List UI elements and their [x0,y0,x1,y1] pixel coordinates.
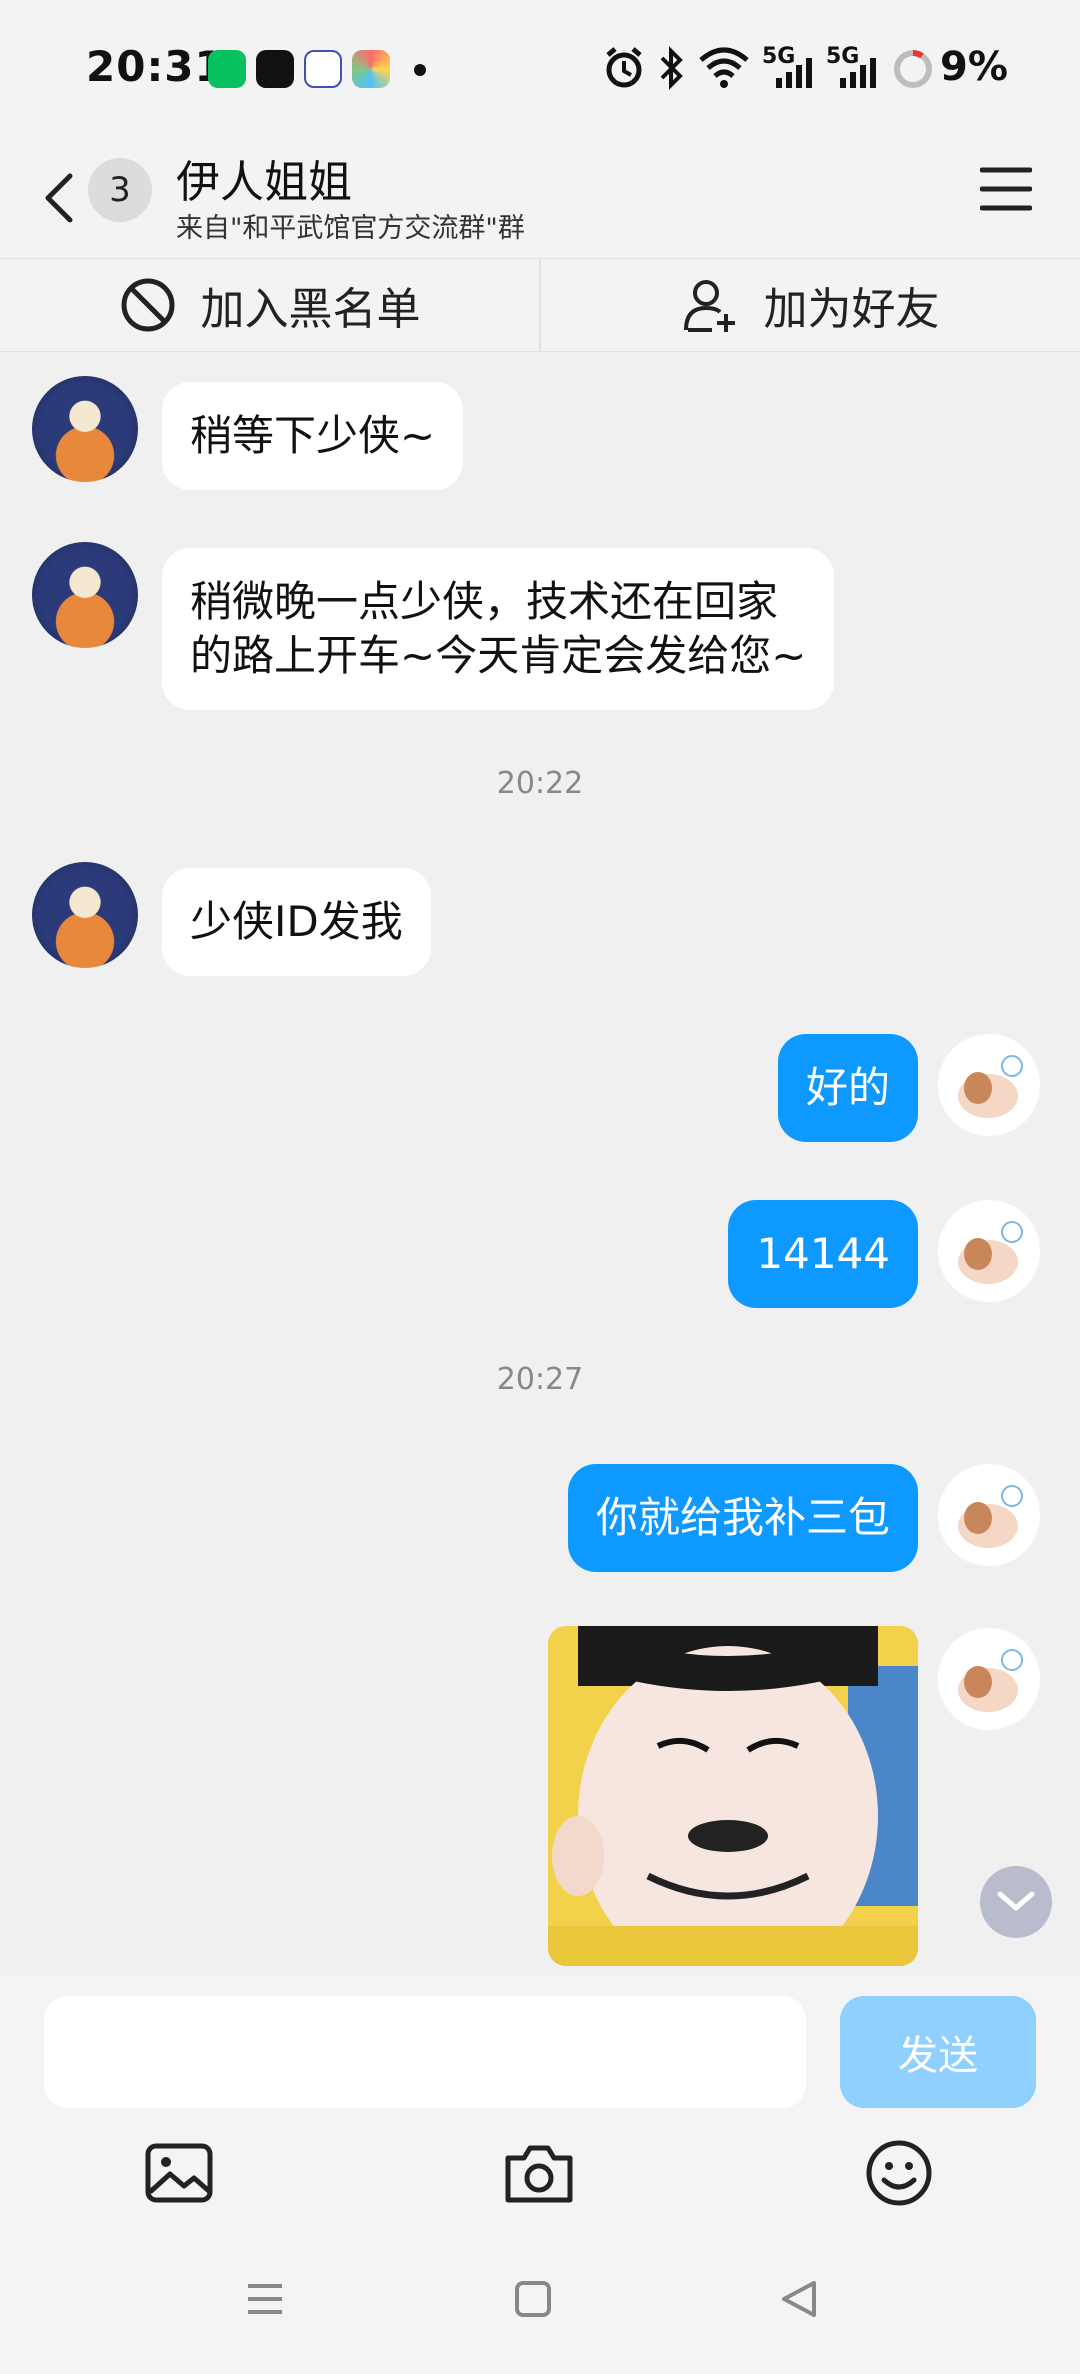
image-message[interactable] [548,1626,918,1966]
blacklist-button[interactable]: 加入黑名单 [0,259,539,351]
recent-apps-icon[interactable] [244,2278,286,2320]
contact-avatar[interactable] [32,376,138,482]
cartoon-avatar-icon [958,1055,1023,1118]
message-bubble-incoming[interactable]: 稍微晚一点少侠，技术还在回家 的路上开车~今天肯定会发给您~ [162,548,835,710]
chat-subtitle: 来自"和平武馆官方交流群"群 [176,213,525,244]
composer-toolbar [0,2116,1080,2228]
cartoon-avatar-icon [958,1221,1023,1284]
chat-title: 伊人姐姐 [176,157,352,208]
battery-ring-icon [894,50,932,88]
emoji-icon[interactable] [864,2138,934,2208]
timestamp: 20:22 [496,766,584,801]
meme-face-image [548,1626,918,1966]
image-picker-icon[interactable] [144,2138,214,2208]
action-bar: 加入黑名单 加为好友 [0,258,1080,352]
timestamp: 20:27 [496,1362,584,1397]
message-input[interactable] [44,1996,806,2108]
alarm-icon [606,47,642,88]
tieba-icon [304,50,342,88]
wifi-icon [699,47,749,88]
block-icon [121,278,174,332]
status-bar: 20:31 5G 5G 9% [0,0,1080,136]
chevron-down-icon [997,1891,1035,1911]
camera-icon[interactable] [504,2138,574,2208]
add-user-icon [683,280,735,332]
app-icon [352,50,390,88]
bluetooth-icon [660,46,683,90]
message-bubble-incoming[interactable]: 少侠ID发我 [162,868,431,976]
cartoon-avatar-icon [958,1485,1023,1548]
back-icon[interactable] [36,156,80,240]
message-bubble-outgoing[interactable]: 好的 [777,1034,918,1142]
message-bubble-outgoing[interactable]: 14144 [728,1200,918,1308]
signal-icon [776,58,812,88]
system-nav-bar [0,2228,1080,2374]
add-friend-button[interactable]: 加为好友 [539,259,1080,351]
signal-icon [840,58,876,88]
cartoon-avatar-icon [958,1649,1023,1712]
wechat-icon [208,50,246,88]
back-nav-icon[interactable] [778,2278,820,2320]
scroll-to-bottom-button[interactable] [980,1866,1052,1938]
message-bubble-incoming[interactable]: 稍等下少侠~ [162,382,464,490]
tiktok-icon [256,50,294,88]
contact-avatar[interactable] [32,862,138,968]
unread-count-badge[interactable]: 3 [88,158,152,222]
battery-percentage: 9% [940,44,1008,90]
contact-avatar[interactable] [32,542,138,648]
status-time: 20:31 [86,42,225,91]
self-avatar[interactable] [936,1626,1042,1732]
chat-messages[interactable]: 稍等下少侠~ 稍微晚一点少侠，技术还在回家 的路上开车~今天肯定会发给您~ 20… [0,352,1080,1976]
blacklist-label: 加入黑名单 [200,284,421,335]
menu-icon[interactable] [980,166,1032,212]
input-bar: 发送 [0,1976,1080,2116]
chat-header: 3 伊人姐姐 来自"和平武馆官方交流群"群 [0,136,1080,258]
message-bubble-outgoing[interactable]: 你就给我补三包 [567,1464,918,1572]
home-icon[interactable] [512,2278,554,2320]
self-avatar[interactable] [936,1462,1042,1568]
notification-dot [414,64,426,76]
send-button[interactable]: 发送 [840,1996,1036,2108]
self-avatar[interactable] [936,1198,1042,1304]
add-friend-label: 加为好友 [763,284,940,335]
self-avatar[interactable] [936,1032,1042,1138]
